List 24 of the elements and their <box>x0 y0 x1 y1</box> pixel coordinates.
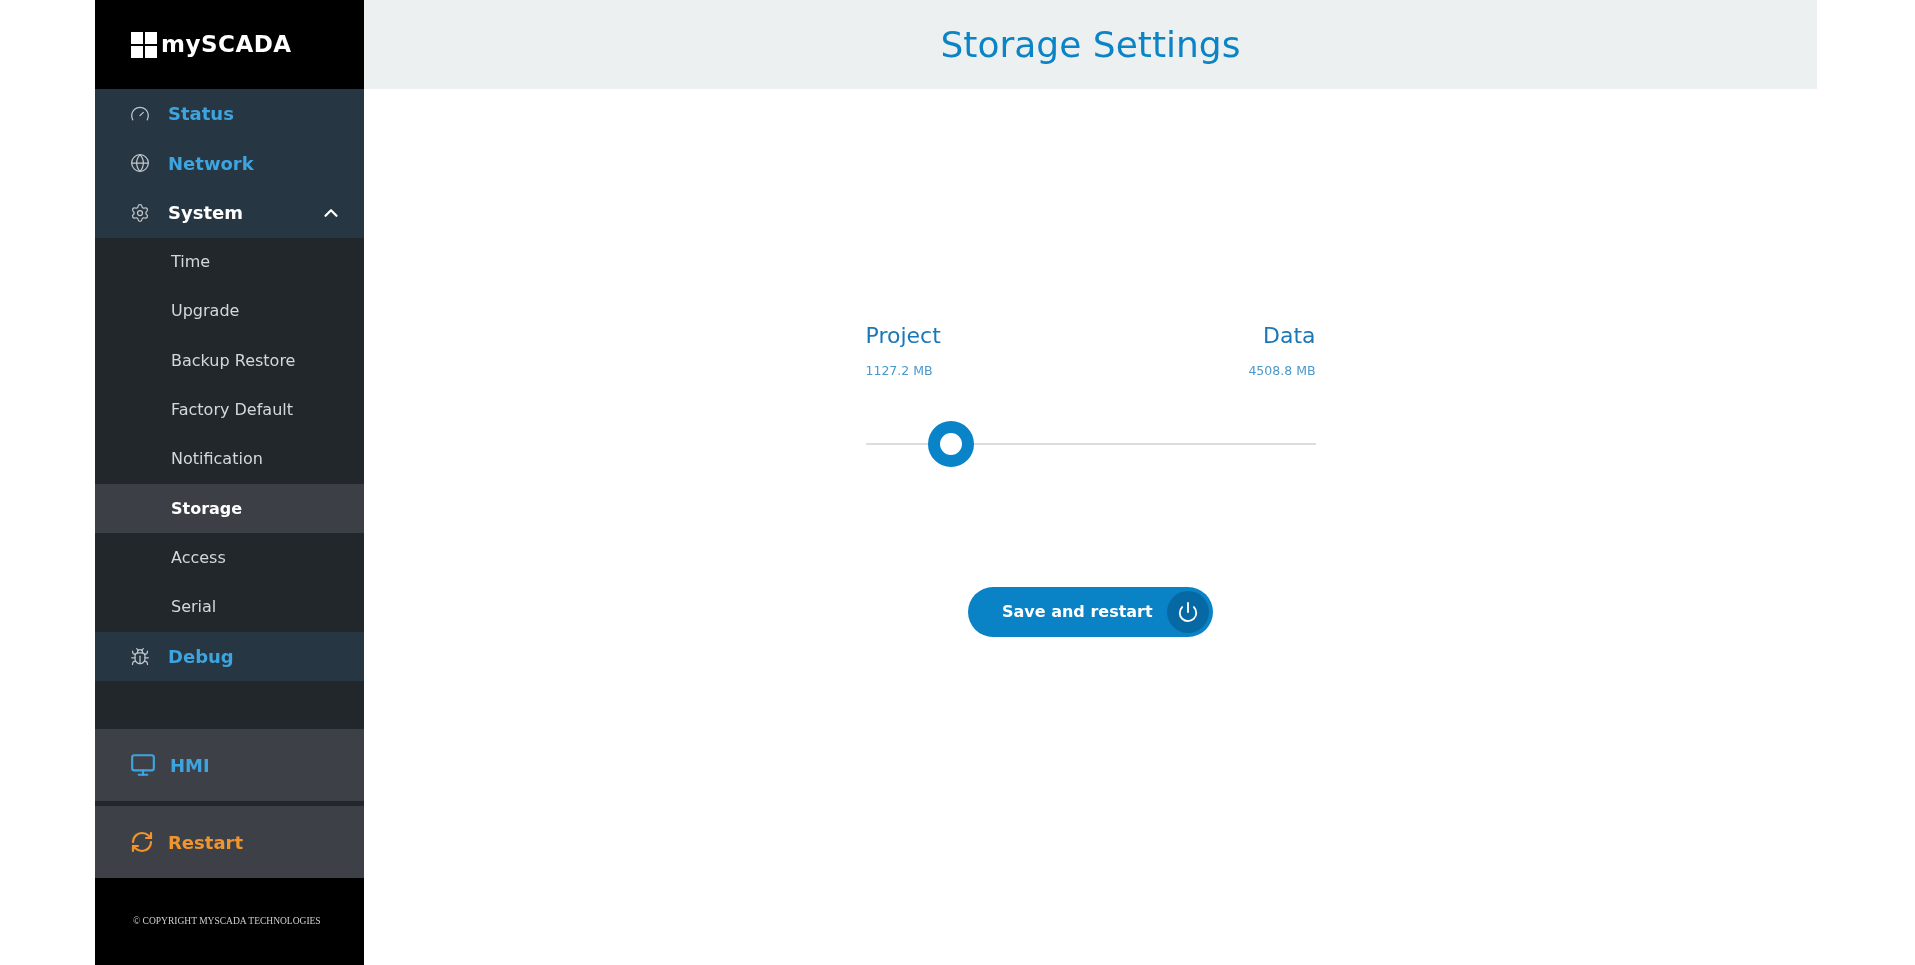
data-size: 4508.8 MB <box>1248 362 1316 380</box>
page-title: Storage Settings <box>940 22 1241 67</box>
sidebar-item[interactable]: System <box>95 188 364 238</box>
bug-icon <box>130 646 150 667</box>
submenu-item[interactable]: Storage <box>95 484 364 534</box>
project-label: Project <box>865 322 941 350</box>
sidebar-item[interactable]: Status <box>95 89 364 139</box>
globe-icon <box>130 153 150 174</box>
sidebar-action[interactable]: HMI <box>95 729 364 801</box>
sidebar-action[interactable]: Restart <box>95 806 364 878</box>
sidebar-item[interactable]: Network <box>95 138 364 188</box>
power-icon <box>1167 590 1209 633</box>
settings-icon <box>130 202 150 223</box>
monitor-icon <box>130 752 156 778</box>
project-size: 1127.2 MB <box>865 362 933 380</box>
save-restart-button[interactable]: Save and restart <box>968 586 1213 637</box>
storage-slider[interactable] <box>865 420 1316 467</box>
data-label: Data <box>1262 322 1316 350</box>
copyright-text: © COPYRIGHT MYSCADA TECHNOLOGIES <box>133 915 321 929</box>
slider-thumb[interactable] <box>928 420 974 467</box>
refresh-icon <box>130 830 154 854</box>
logo-text: mySCADA <box>161 30 292 60</box>
logo-icon <box>131 31 157 58</box>
sidebar-item[interactable]: Debug <box>95 631 364 682</box>
